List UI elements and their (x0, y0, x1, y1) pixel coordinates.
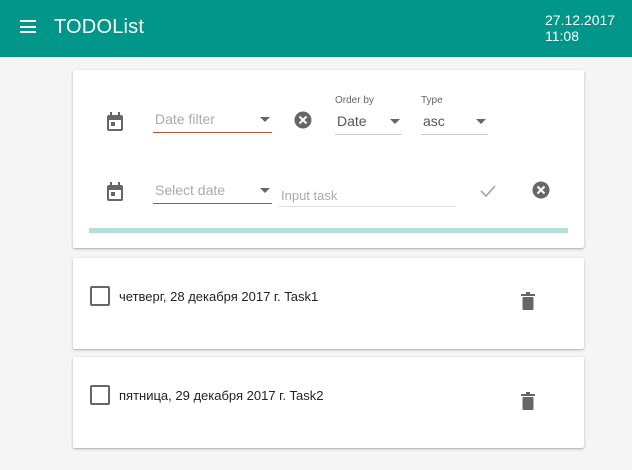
order-by-value: Date (337, 113, 367, 129)
app-title: TODOList (54, 16, 145, 38)
task-checkbox[interactable] (90, 286, 110, 306)
task-checkbox[interactable] (90, 385, 110, 405)
current-time: 11:08 (545, 28, 579, 44)
type-value: asc (423, 113, 445, 129)
task-text: пятница, 29 декабря 2017 г. Task2 (119, 388, 324, 403)
delete-icon[interactable] (521, 292, 535, 310)
order-by-label: Order by (335, 95, 374, 106)
filter-card: Date filter Order by Date Type asc Selec… (73, 70, 584, 248)
chevron-down-icon (260, 188, 270, 193)
select-date-select[interactable]: Select date (153, 179, 272, 204)
task-input[interactable] (279, 184, 456, 207)
check-icon[interactable] (478, 183, 498, 199)
app-bar: TODOList 27.12.2017 11:08 (0, 0, 632, 57)
date-filter-select[interactable]: Date filter (153, 108, 272, 133)
delete-icon[interactable] (521, 392, 535, 410)
task-card: четверг, 28 декабря 2017 г. Task1 (73, 258, 584, 349)
task-text: четверг, 28 декабря 2017 г. Task1 (119, 289, 319, 304)
calendar-icon[interactable] (106, 112, 124, 131)
chevron-down-icon (476, 119, 486, 124)
select-date-placeholder: Select date (155, 182, 226, 198)
menu-icon[interactable] (20, 20, 36, 33)
current-date: 27.12.2017 (545, 12, 616, 28)
clear-date-filter-icon[interactable] (294, 111, 312, 129)
type-label: Type (421, 95, 443, 106)
calendar-icon[interactable] (106, 182, 124, 201)
order-by-select[interactable]: Date (335, 110, 402, 135)
chevron-down-icon (260, 117, 270, 122)
progress-bar (89, 228, 568, 233)
clear-new-task-icon[interactable] (532, 181, 550, 199)
task-card: пятница, 29 декабря 2017 г. Task2 (73, 357, 584, 448)
chevron-down-icon (390, 119, 400, 124)
date-filter-placeholder: Date filter (155, 111, 215, 127)
clock: 27.12.2017 11:08 (545, 12, 615, 44)
type-select[interactable]: asc (421, 110, 488, 135)
